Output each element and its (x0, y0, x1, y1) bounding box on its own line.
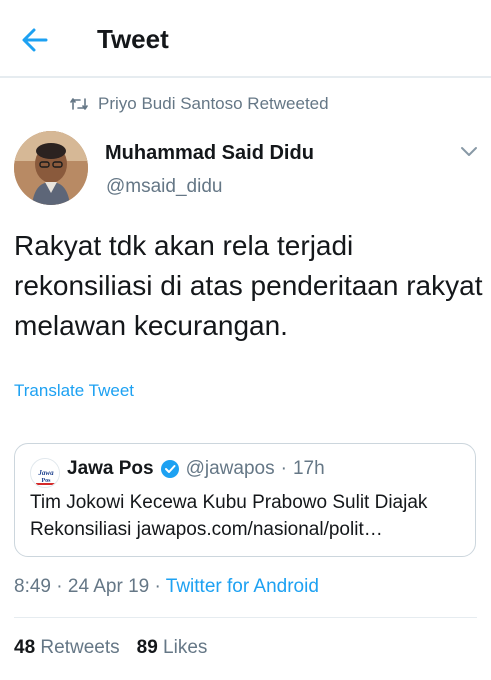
quoted-tweet-card[interactable]: Jawa Pos Jawa Pos @jawapos · 17h Tim Jok… (14, 443, 476, 557)
retweets-count: 48 (14, 637, 36, 658)
likes-count: 89 (136, 637, 158, 658)
translate-tweet-link[interactable]: Translate Tweet (14, 381, 134, 401)
tweet-stats: 48 Retweets 89 Likes (14, 637, 207, 659)
meta-separator: · (154, 576, 161, 597)
author-name[interactable]: Muhammad Said Didu (105, 142, 314, 165)
tweet-time: 8:49 (14, 576, 51, 597)
quote-author-name: Jawa Pos (67, 458, 154, 479)
retweet-context-label: Priyo Budi Santoso Retweeted (98, 94, 329, 113)
tweet-meta: 8:49 · 24 Apr 19 · Twitter for Android (14, 576, 319, 598)
quote-time: 17h (292, 458, 325, 479)
quote-text-line-2: Rekonsiliasi jawapos.com/nasional/polit… (30, 519, 383, 540)
retweets-stat[interactable]: 48 Retweets (14, 637, 120, 659)
jawa-pos-logo: Jawa Pos (31, 459, 59, 487)
meta-separator: · (56, 576, 63, 597)
tweet-date: 24 Apr 19 (67, 576, 150, 597)
likes-label: Likes (163, 637, 208, 658)
page-title: Tweet (97, 24, 169, 54)
retweets-label: Retweets (40, 637, 120, 658)
avatar[interactable] (14, 131, 88, 205)
quote-text: Tim Jokowi Kecewa Kubu Prabowo Sulit Dia… (30, 489, 470, 543)
quote-text-line-1: Tim Jokowi Kecewa Kubu Prabowo Sulit Dia… (30, 492, 428, 513)
tweet-text: Rakyat tdk akan rela terjadi rekonsilias… (14, 230, 483, 341)
author-handle[interactable]: @msaid_didu (106, 176, 222, 198)
svg-text:Jawa: Jawa (37, 469, 54, 477)
retweet-icon (70, 98, 88, 110)
tweet-source-link[interactable]: Twitter for Android (166, 576, 319, 597)
top-bar: Tweet (0, 0, 491, 78)
chevron-down-icon (461, 147, 477, 156)
avatar-photo (14, 131, 88, 205)
divider (14, 617, 477, 618)
arrow-left-icon (22, 28, 48, 52)
retweet-context: Priyo Budi Santoso Retweeted (70, 94, 329, 114)
quote-author-handle: @jawapos (185, 458, 275, 479)
quote-avatar: Jawa Pos (30, 458, 60, 488)
quote-separator: · (280, 458, 287, 479)
likes-stat[interactable]: 89 Likes (137, 637, 208, 659)
tweet-options-button[interactable] (458, 142, 480, 160)
verified-badge-icon (160, 460, 179, 478)
back-button[interactable] (18, 24, 52, 56)
quote-header: Jawa Pos @jawapos · 17h (67, 458, 325, 480)
